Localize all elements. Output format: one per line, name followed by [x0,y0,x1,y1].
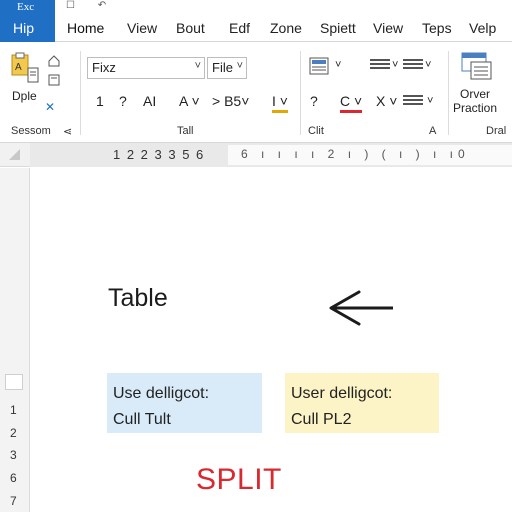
align-icon[interactable] [403,59,423,71]
vertical-ruler-number: 7 [10,494,17,508]
vertical-ruler-marker[interactable] [5,374,23,390]
vertical-ruler-number: 6 [10,471,17,485]
info-card-blue[interactable]: Use delligcot: Cull Tult [107,373,262,433]
clipboard-expander-icon[interactable]: ⋖ [63,125,72,138]
group-divider [80,51,81,135]
ruler-corner-icon[interactable] [8,148,21,161]
font-name-select[interactable]: Fixz ˅ [87,57,205,79]
ribbon: A Dple ✕ Sessom ⋖ Fixz ˅ File ˅ 1 ? AI A… [0,43,512,143]
indent-icon[interactable] [403,95,423,107]
svg-text:A: A [15,62,22,73]
file-tab-line2: Hip [13,20,35,36]
tab-teps[interactable]: Teps [422,20,452,36]
file-tab[interactable]: Exc Hip [0,0,55,42]
tab-view-2[interactable]: View [373,20,403,36]
vertical-ruler-number: 2 [10,426,17,440]
vertical-ruler[interactable]: 1 2 3 6 7 [0,168,30,512]
clear-formatting-icon[interactable]: ✕ [45,100,55,114]
tab-home[interactable]: Home [67,20,104,36]
clear-button[interactable]: X ˅ [376,93,397,109]
vertical-ruler-number: 1 [10,403,17,417]
card-blue-line2: Cull Tult [113,411,171,428]
copy-icon[interactable] [27,67,39,83]
paragraph-group-label: Clit [308,125,324,137]
group-divider [448,51,449,135]
split-label[interactable]: SPLIT [196,463,282,497]
cut-icon[interactable] [48,73,60,86]
italic-button[interactable]: I ˅ [272,93,288,113]
bullets-icon[interactable] [370,59,390,71]
left-arrow-icon [323,288,393,333]
quick-access-toolbar[interactable]: ☐ ↶ [66,0,116,12]
vertical-ruler-number: 3 [10,448,17,462]
font-btn-question[interactable]: ? [310,93,318,109]
info-card-yellow[interactable]: User delligcot: Cull PL2 [285,373,439,433]
font-size-select[interactable]: File ˅ [207,57,247,79]
group-divider [300,51,301,135]
tab-edf[interactable]: Edf [229,20,250,36]
clipboard-group-label: Sessom [11,125,51,137]
tab-zone[interactable]: Zone [270,20,302,36]
right-button-line2[interactable]: Praction [453,101,497,115]
right-group-label: Dral [486,125,507,137]
file-tab-line1: Exc [17,1,35,13]
card-yellow-line1: User delligcot: [291,385,393,402]
highlight-button[interactable]: C ˅ [340,93,363,113]
document-heading[interactable]: Table [108,284,168,313]
font-btn-b5[interactable]: > B5˅ [212,93,249,109]
card-blue-line1: Use delligcot: [113,385,210,402]
document-view-icon[interactable] [461,51,493,81]
tab-view[interactable]: View [127,20,157,36]
tab-spiett[interactable]: Spiett [320,20,356,36]
font-name-value: Fixz [92,60,116,75]
ruler-marks: 6 ı ı ı ı 2 ı ) ( ı ) ı ı0 [241,147,470,161]
ruler-numbers: 1 2 2 3 3 5 6 [113,147,205,162]
font-btn-ai[interactable]: AI [143,93,156,109]
chevron-down-icon[interactable]: ˅ [427,95,433,107]
font-btn-2[interactable]: ? [119,93,127,109]
right-button-line1[interactable]: Orver [460,87,490,101]
paragraph-expander[interactable]: A [429,125,436,137]
font-size-value: File [212,60,233,75]
ribbon-tab-bar: Exc Hip ☐ ↶ Home View Bout Edf Zone Spie… [0,0,512,42]
numbered-list-icon[interactable] [309,57,329,75]
document-canvas[interactable]: Table Use delligcot: Cull Tult User dell… [31,168,512,512]
chevron-down-icon: ˅ [236,60,243,72]
paste-label[interactable]: Dple [12,89,37,103]
chevron-down-icon[interactable]: ˅ [392,59,398,71]
tab-velp[interactable]: Velp [469,20,496,36]
chevron-down-icon[interactable]: ˅ [425,59,431,71]
font-group-label: Tall [177,125,194,137]
font-color-button[interactable]: A ˅ [179,93,200,109]
card-yellow-line2: Cull PL2 [291,411,352,428]
format-painter-icon[interactable] [48,54,60,67]
chevron-down-icon: ˅ [194,60,201,72]
font-btn-1[interactable]: 1 [96,93,104,109]
horizontal-ruler[interactable]: 1 2 2 3 3 5 6 6 ı ı ı ı 2 ı ) ( ı ) ı ı0 [0,143,512,167]
tab-bout[interactable]: Bout [176,20,205,36]
chevron-down-icon[interactable]: ˅ [335,59,341,71]
